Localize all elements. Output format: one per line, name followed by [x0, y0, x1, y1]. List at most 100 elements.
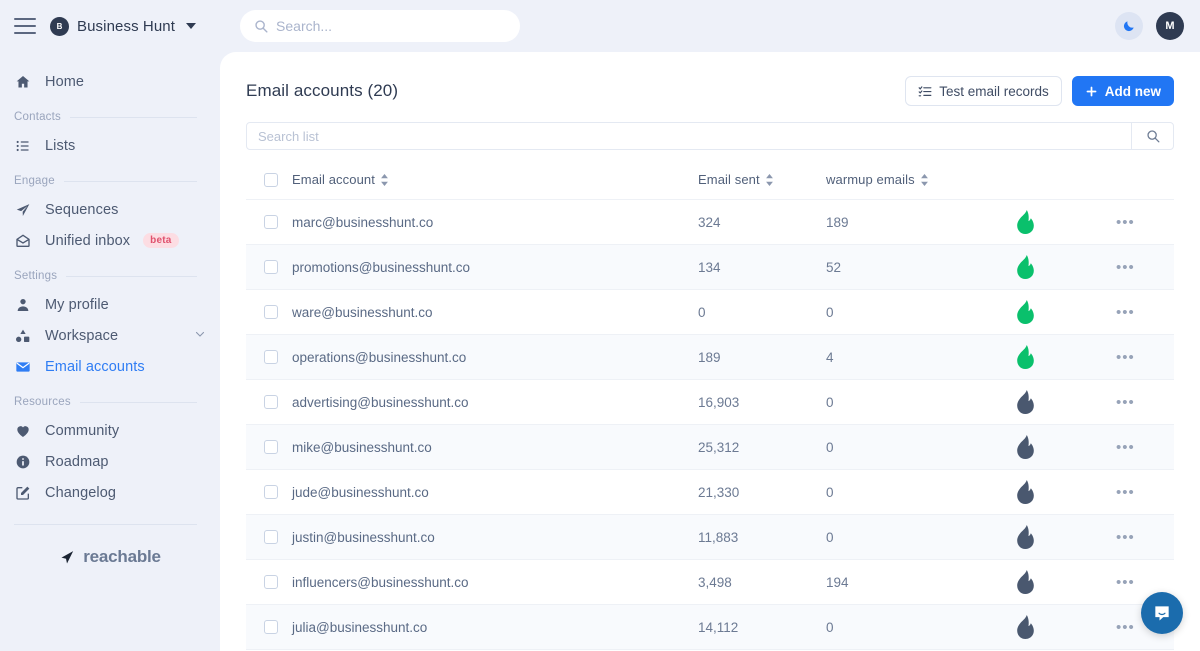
test-email-records-button[interactable]: Test email records [905, 76, 1062, 106]
column-header-email[interactable]: Email account [292, 162, 698, 200]
sidebar-item-changelog[interactable]: Changelog [0, 477, 220, 508]
hamburger-icon[interactable] [14, 18, 36, 34]
sidebar-item-home[interactable]: Home [0, 66, 220, 97]
add-new-button[interactable]: Add new [1072, 76, 1174, 106]
search-input[interactable] [247, 123, 1131, 149]
row-checkbox[interactable] [264, 485, 278, 499]
row-checkbox[interactable] [264, 305, 278, 319]
column-header-email-sent[interactable]: Email sent [698, 162, 826, 200]
row-menu-button[interactable]: ••• [1116, 439, 1135, 456]
email-account-cell: justin@businesshunt.co [292, 515, 698, 560]
table-row[interactable]: influencers@businesshunt.co3,498194••• [246, 560, 1174, 605]
row-actions-cell: ••• [1116, 380, 1174, 425]
dark-mode-toggle[interactable] [1115, 12, 1143, 40]
sidebar-item-email-accounts[interactable]: Email accounts [0, 351, 220, 382]
global-search-input[interactable]: Search... [240, 10, 520, 42]
sidebar-group-label: Contacts [14, 111, 61, 123]
row-select-cell [246, 515, 292, 560]
flame-icon [1016, 570, 1035, 594]
table-header-row: Email account Email sent [246, 162, 1174, 200]
row-actions-cell: ••• [1116, 200, 1174, 245]
sidebar-group-label: Settings [14, 270, 57, 282]
select-all-checkbox[interactable] [264, 173, 278, 187]
divider [66, 276, 197, 277]
warmup-status-cell[interactable] [1016, 560, 1116, 605]
search-submit-button[interactable] [1131, 123, 1173, 149]
moon-icon [1122, 19, 1136, 33]
row-menu-button[interactable]: ••• [1116, 259, 1135, 276]
table-row[interactable]: justin@businesshunt.co11,8830••• [246, 515, 1174, 560]
row-checkbox[interactable] [264, 440, 278, 454]
table-row[interactable]: mike@businesshunt.co25,3120••• [246, 425, 1174, 470]
flame-icon [1016, 435, 1035, 459]
warmup-status-cell[interactable] [1016, 290, 1116, 335]
email-sent-cell: 16,903 [698, 380, 826, 425]
paper-plane-icon [59, 549, 76, 566]
sidebar-item-lists[interactable]: Lists [0, 130, 220, 161]
table-header: Email account Email sent [246, 162, 1174, 200]
warmup-status-cell[interactable] [1016, 470, 1116, 515]
divider [80, 402, 197, 403]
divider [64, 181, 197, 182]
email-sent-cell: 14,112 [698, 605, 826, 650]
column-header-warmup-emails[interactable]: warmup emails [826, 162, 1016, 200]
warmup-status-cell[interactable] [1016, 245, 1116, 290]
row-select-cell [246, 470, 292, 515]
row-checkbox[interactable] [264, 260, 278, 274]
sidebar-item-workspace[interactable]: Workspace [0, 320, 220, 351]
chevron-down-icon[interactable] [194, 328, 206, 344]
table-row[interactable]: operations@businesshunt.co1894••• [246, 335, 1174, 380]
list-search [246, 122, 1174, 150]
sidebar-item-label: My profile [45, 297, 109, 313]
warmup-status-cell[interactable] [1016, 380, 1116, 425]
row-menu-button[interactable]: ••• [1116, 484, 1135, 501]
row-checkbox[interactable] [264, 575, 278, 589]
warmup-status-cell[interactable] [1016, 605, 1116, 650]
sidebar-item-label: Sequences [45, 202, 118, 218]
flame-icon [1016, 345, 1035, 369]
row-checkbox[interactable] [264, 350, 278, 364]
sidebar: Home Contacts Lists Engage [0, 52, 220, 651]
table-row[interactable]: advertising@businesshunt.co16,9030••• [246, 380, 1174, 425]
row-menu-button[interactable]: ••• [1116, 574, 1135, 591]
row-checkbox[interactable] [264, 215, 278, 229]
row-menu-button[interactable]: ••• [1116, 529, 1135, 546]
sidebar-item-unified-inbox[interactable]: Unified inbox beta [0, 225, 220, 256]
sidebar-item-label: Email accounts [45, 359, 145, 375]
warmup-status-cell[interactable] [1016, 335, 1116, 380]
user-icon [14, 297, 32, 313]
email-account-cell: marc@businesshunt.co [292, 200, 698, 245]
sidebar-group-label: Resources [14, 396, 71, 408]
sidebar-item-my-profile[interactable]: My profile [0, 289, 220, 320]
sidebar-item-sequences[interactable]: Sequences [0, 194, 220, 225]
warmup-status-cell[interactable] [1016, 425, 1116, 470]
warmup-status-cell[interactable] [1016, 515, 1116, 560]
home-icon [14, 74, 32, 90]
row-select-cell [246, 380, 292, 425]
workspace-switcher[interactable]: B Business Hunt [50, 17, 196, 36]
table-row[interactable]: ware@businesshunt.co00••• [246, 290, 1174, 335]
sidebar-item-label: Workspace [45, 328, 118, 344]
row-actions-cell: ••• [1116, 335, 1174, 380]
column-label: warmup emails [826, 172, 915, 187]
table-row[interactable]: jude@businesshunt.co21,3300••• [246, 470, 1174, 515]
warmup-status-cell[interactable] [1016, 200, 1116, 245]
row-menu-button[interactable]: ••• [1116, 304, 1135, 321]
table-row[interactable]: julia@businesshunt.co14,1120••• [246, 605, 1174, 650]
chat-widget-button[interactable] [1141, 592, 1183, 634]
row-menu-button[interactable]: ••• [1116, 619, 1135, 636]
sidebar-item-roadmap[interactable]: Roadmap [0, 446, 220, 477]
topbar-right-group: M [1115, 12, 1184, 40]
row-checkbox[interactable] [264, 530, 278, 544]
table-row[interactable]: promotions@businesshunt.co13452••• [246, 245, 1174, 290]
row-menu-button[interactable]: ••• [1116, 394, 1135, 411]
row-actions-cell: ••• [1116, 470, 1174, 515]
warmup-emails-cell: 0 [826, 605, 1016, 650]
row-checkbox[interactable] [264, 620, 278, 634]
sidebar-item-community[interactable]: Community [0, 415, 220, 446]
row-menu-button[interactable]: ••• [1116, 214, 1135, 231]
row-menu-button[interactable]: ••• [1116, 349, 1135, 366]
table-row[interactable]: marc@businesshunt.co324189••• [246, 200, 1174, 245]
avatar[interactable]: M [1156, 12, 1184, 40]
row-checkbox[interactable] [264, 395, 278, 409]
